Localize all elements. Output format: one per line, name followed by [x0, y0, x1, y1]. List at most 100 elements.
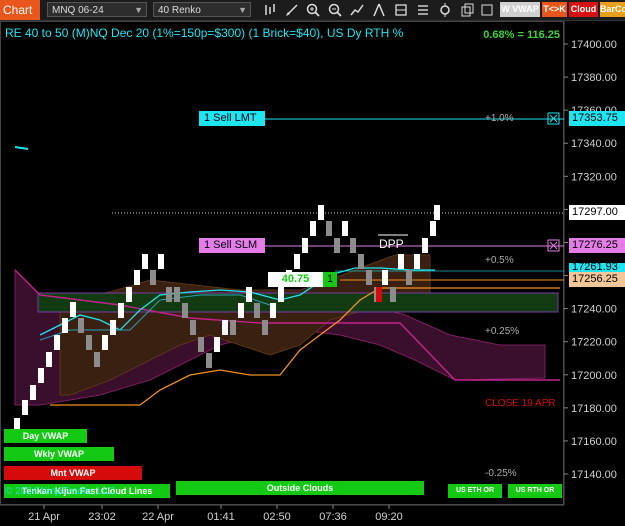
y-tick-label: 17400.00 — [571, 39, 617, 51]
renko-brick — [214, 337, 220, 352]
last-price-tag: 17297.00 — [569, 205, 625, 220]
renko-brick — [78, 318, 84, 333]
list-icon[interactable] — [415, 2, 431, 18]
y-tick-label: 17320.00 — [571, 171, 617, 183]
renko-brick — [102, 335, 108, 350]
bar-type-value: 40 Renko — [158, 5, 201, 16]
renko-brick — [398, 254, 404, 269]
renko-brick — [38, 368, 44, 383]
renko-brick — [382, 270, 388, 285]
renko-brick — [198, 337, 204, 352]
cloud-button[interactable]: Cloud — [569, 2, 598, 17]
level-p025: +0.25% — [485, 326, 520, 337]
renko-brick — [150, 270, 156, 285]
renko-brick — [126, 287, 132, 302]
renko-brick — [134, 270, 140, 285]
chart-title: RE 40 to 50 (M)NQ Dec 20 (1%=150p=$300) … — [5, 26, 404, 40]
renko-brick — [166, 287, 172, 302]
chevron-down-icon: ▼ — [134, 5, 143, 15]
x-tick-label: 23:02 — [88, 511, 116, 523]
zoom-out-icon[interactable] — [327, 2, 343, 18]
toolbar: Chart MNQ 06-24 ▼ 40 Renko ▼ W VWAP T<>K… — [0, 0, 625, 21]
renko-brick — [246, 287, 252, 302]
mnt-vwap-button[interactable]: Mnt VWAP — [4, 466, 142, 480]
renko-brick — [254, 303, 260, 318]
draw-tool-icon[interactable] — [284, 2, 300, 18]
renko-brick — [406, 270, 412, 285]
level-m025: -0.25% — [485, 468, 517, 479]
renko-brick — [110, 320, 116, 335]
day-vwap-button[interactable]: Day VWAP — [4, 429, 87, 443]
level-p05: +0.5% — [485, 255, 514, 266]
instrument-selector[interactable]: MNQ 06-24 ▼ — [47, 2, 147, 17]
renko-brick — [318, 205, 324, 220]
renko-brick — [62, 318, 68, 333]
sell-slm-order-label[interactable]: 1 Sell SLM — [199, 238, 265, 253]
x-axis: 21 Apr 23:02 22 Apr 01:41 02:50 07:36 09:20 — [28, 505, 403, 523]
vwap-price-tag: 17261.93 — [569, 263, 625, 272]
position-pnl[interactable]: 40.75 — [268, 272, 323, 287]
x-tick-label: 02:50 — [263, 511, 291, 523]
signal-marker — [376, 287, 382, 302]
renko-brick — [342, 221, 348, 236]
hide-icon[interactable] — [479, 2, 495, 18]
renko-brick — [70, 302, 76, 317]
y-tick-label: 17240.00 — [571, 304, 617, 316]
position-qty[interactable]: 1 — [323, 272, 337, 287]
copy-icon[interactable] — [459, 2, 475, 18]
renko-brick — [94, 352, 100, 367]
chevron-down-icon: ▼ — [238, 5, 247, 15]
dpp-label: DPP — [379, 237, 404, 251]
sell-lmt-price-tag: 17353.75 — [569, 111, 625, 126]
copyright: © 2024 NinjaTrader, LLC — [5, 486, 116, 497]
barcolor-button[interactable]: BarCo — [600, 2, 625, 17]
outside-clouds-button[interactable]: Outside Clouds — [176, 481, 424, 495]
x-tick-label: 07:36 — [319, 511, 347, 523]
renko-brick — [294, 254, 300, 269]
renko-brick — [302, 238, 308, 253]
y-tick-label: 17180.00 — [571, 403, 617, 415]
renko-brick — [390, 287, 396, 302]
renko-brick — [350, 238, 356, 253]
renko-brick — [310, 221, 316, 236]
renko-brick — [326, 221, 332, 236]
tools-icon[interactable] — [437, 2, 453, 18]
bar-style-icon[interactable] — [262, 2, 278, 18]
y-tick-label: 17160.00 — [571, 436, 617, 448]
bar-type-selector[interactable]: 40 Renko ▼ — [153, 2, 251, 17]
x-tick-label: 01:41 — [207, 511, 235, 523]
renko-brick — [86, 335, 92, 350]
y-axis: 17400.0017380.0017360.0017340.0017320.00… — [564, 39, 617, 481]
renko-brick — [422, 238, 428, 253]
renko-brick — [434, 205, 440, 220]
y-tick-label: 17220.00 — [571, 337, 617, 349]
y-tick-label: 17140.00 — [571, 469, 617, 481]
chart-tab[interactable]: Chart — [0, 0, 40, 20]
renko-brick — [430, 221, 436, 236]
indicators-icon[interactable] — [371, 2, 387, 18]
x-tick-label: 21 Apr — [28, 511, 60, 523]
renko-brick — [46, 352, 52, 367]
zoom-icon[interactable] — [305, 2, 321, 18]
renko-brick — [262, 320, 268, 335]
renko-brick — [238, 303, 244, 318]
wkly-vwap-button[interactable]: Wkly VWAP — [4, 447, 114, 461]
strategies-icon[interactable] — [393, 2, 409, 18]
renko-brick — [182, 303, 188, 318]
sell-lmt-order-label[interactable]: 1 Sell LMT — [199, 111, 265, 126]
chart-properties-icon[interactable] — [349, 2, 365, 18]
us-rth-or-button[interactable]: US RTH OR — [508, 484, 562, 498]
renko-brick — [118, 303, 124, 318]
renko-brick — [190, 320, 196, 335]
renko-brick — [174, 287, 180, 302]
renko-brick — [334, 238, 340, 253]
renko-brick — [366, 270, 372, 285]
renko-brick — [30, 385, 36, 400]
tk-button[interactable]: T<>K — [542, 2, 567, 17]
renko-brick — [358, 254, 364, 269]
x-tick-label: 09:20 — [375, 511, 403, 523]
vwap-button[interactable]: W VWAP — [500, 2, 540, 17]
level-close: CLOSE 19 APR — [485, 398, 556, 409]
renko-brick — [230, 320, 236, 335]
us-eth-or-button[interactable]: US ETH OR — [448, 484, 502, 498]
